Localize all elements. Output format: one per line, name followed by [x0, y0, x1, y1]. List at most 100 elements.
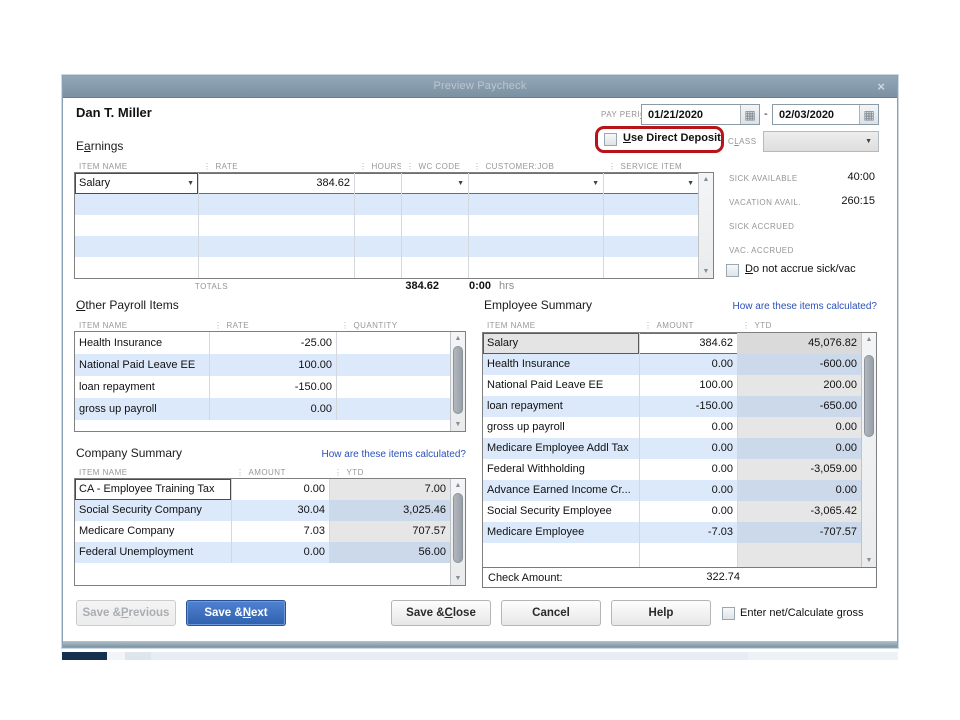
company-summary-scrollbar[interactable]: ▲ ▼ [450, 479, 465, 585]
amount-cell[interactable]: 0.00 [640, 417, 738, 438]
table-row[interactable]: loan repayment -150.00 -650.00 [483, 396, 876, 417]
item-name-cell[interactable]: Federal Withholding [483, 459, 640, 480]
table-row[interactable] [75, 215, 713, 236]
earnings-rate-value[interactable]: 384.62 [199, 173, 355, 194]
item-name-cell[interactable]: CA - Employee Training Tax [75, 479, 232, 500]
item-name-cell[interactable]: loan repayment [75, 376, 210, 398]
item-name-cell[interactable]: Health Insurance [75, 332, 210, 354]
save-close-button[interactable]: Save & Close [391, 600, 491, 626]
scroll-up-icon[interactable]: ▲ [699, 173, 713, 186]
table-row[interactable]: Social Security Company 30.04 3,025.46 [75, 500, 465, 521]
amount-cell[interactable]: -7.03 [640, 522, 738, 543]
table-row[interactable] [75, 236, 713, 257]
item-name-cell[interactable]: Medicare Employee Addl Tax [483, 438, 640, 459]
item-name-cell[interactable]: Medicare Company [75, 521, 232, 542]
amount-cell[interactable]: -150.00 [640, 396, 738, 417]
rate-cell[interactable]: 100.00 [210, 354, 337, 376]
chevron-down-icon[interactable]: ▼ [187, 174, 194, 193]
table-row[interactable]: Social Security Employee 0.00 -3,065.42 [483, 501, 876, 522]
rate-cell[interactable]: 0.00 [210, 398, 337, 420]
amount-cell[interactable]: 0.00 [640, 480, 738, 501]
pay-period-end-field[interactable]: 02/03/2020 ▦ [772, 104, 879, 125]
item-name-cell[interactable]: gross up payroll [483, 417, 640, 438]
amount-cell[interactable]: 0.00 [232, 479, 330, 500]
amount-cell[interactable]: 100.00 [640, 375, 738, 396]
table-row[interactable]: National Paid Leave EE 100.00 [75, 354, 465, 376]
company-summary-link[interactable]: How are these items calculated? [243, 449, 466, 460]
amount-cell[interactable]: 0.00 [640, 459, 738, 480]
amount-cell[interactable]: 0.00 [640, 501, 738, 522]
earnings-service-dropdown[interactable]: ▼ [604, 173, 698, 194]
earnings-scrollbar[interactable]: ▲ ▼ [698, 173, 713, 278]
earnings-wc-dropdown[interactable]: ▼ [402, 173, 469, 194]
quantity-cell[interactable] [337, 332, 450, 354]
quantity-cell[interactable] [337, 354, 450, 376]
amount-cell[interactable]: 384.62 [640, 333, 738, 354]
table-row[interactable] [483, 543, 876, 567]
calendar-icon[interactable]: ▦ [740, 105, 759, 124]
dialog-titlebar[interactable]: Preview Paycheck × [63, 76, 897, 98]
do-not-accrue-checkbox[interactable] [726, 264, 739, 277]
table-row[interactable]: Medicare Employee -7.03 -707.57 [483, 522, 876, 543]
employee-summary-scrollbar[interactable]: ▲ ▼ [861, 333, 876, 567]
table-row[interactable]: gross up payroll 0.00 0.00 [483, 417, 876, 438]
other-payroll-scrollbar[interactable]: ▲ ▼ [450, 332, 465, 431]
pay-period-start-field[interactable]: 01/21/2020 ▦ [641, 104, 760, 125]
calendar-icon[interactable]: ▦ [859, 105, 878, 124]
item-name-cell[interactable]: Social Security Employee [483, 501, 640, 522]
quantity-cell[interactable] [337, 376, 450, 398]
amount-cell[interactable]: 0.00 [640, 438, 738, 459]
scroll-down-icon[interactable]: ▼ [451, 572, 465, 585]
scroll-up-icon[interactable]: ▲ [451, 479, 465, 492]
scroll-down-icon[interactable]: ▼ [699, 265, 713, 278]
employee-summary-link[interactable]: How are these items calculated? [654, 301, 877, 312]
item-name-cell[interactable]: Advance Earned Income Cr... [483, 480, 640, 501]
amount-cell[interactable]: 0.00 [232, 542, 330, 563]
pay-period-end-value[interactable]: 02/03/2020 [773, 109, 859, 121]
scrollbar-thumb[interactable] [453, 493, 463, 563]
table-row[interactable]: Health Insurance 0.00 -600.00 [483, 354, 876, 375]
earnings-customer-dropdown[interactable]: ▼ [469, 173, 604, 194]
class-dropdown[interactable]: ▼ [763, 131, 879, 152]
enter-net-checkbox[interactable] [722, 607, 735, 620]
rate-cell[interactable]: -25.00 [210, 332, 337, 354]
amount-cell[interactable]: 30.04 [232, 500, 330, 521]
help-button[interactable]: Help [611, 600, 711, 626]
save-previous-button[interactable]: Save & Previous [76, 600, 176, 626]
table-row[interactable]: Salary ▼ 384.62 ▼ ▼ ▼ [75, 173, 713, 194]
pay-period-start-value[interactable]: 01/21/2020 [642, 109, 740, 121]
table-row[interactable]: Medicare Company 7.03 707.57 [75, 521, 465, 542]
amount-cell[interactable]: 0.00 [640, 354, 738, 375]
earnings-item-value[interactable]: Salary [79, 174, 110, 193]
table-row[interactable] [75, 194, 713, 215]
amount-cell[interactable]: 7.03 [232, 521, 330, 542]
table-row[interactable]: Federal Unemployment 0.00 56.00 [75, 542, 465, 563]
item-name-cell[interactable]: Salary [483, 333, 640, 354]
item-name-cell[interactable]: loan repayment [483, 396, 640, 417]
table-row[interactable]: gross up payroll 0.00 [75, 398, 465, 420]
item-name-cell[interactable]: Social Security Company [75, 500, 232, 521]
scrollbar-thumb[interactable] [453, 346, 463, 414]
table-row[interactable]: loan repayment -150.00 [75, 376, 465, 398]
close-icon[interactable]: × [877, 79, 885, 94]
item-name-cell[interactable]: Medicare Employee [483, 522, 640, 543]
use-direct-deposit-checkbox[interactable] [604, 133, 617, 146]
table-row[interactable]: CA - Employee Training Tax 0.00 7.00 [75, 479, 465, 500]
item-name-cell[interactable]: Health Insurance [483, 354, 640, 375]
item-name-cell[interactable]: National Paid Leave EE [75, 354, 210, 376]
table-row[interactable]: Salary 384.62 45,076.82 [483, 333, 876, 354]
table-row[interactable]: Federal Withholding 0.00 -3,059.00 [483, 459, 876, 480]
scroll-up-icon[interactable]: ▲ [451, 332, 465, 345]
quantity-cell[interactable] [337, 398, 450, 420]
rate-cell[interactable]: -150.00 [210, 376, 337, 398]
item-name-cell[interactable]: Federal Unemployment [75, 542, 232, 563]
scrollbar-thumb[interactable] [864, 355, 874, 437]
save-next-button[interactable]: Save & Next [186, 600, 286, 626]
scroll-up-icon[interactable]: ▲ [862, 333, 876, 346]
table-row[interactable]: Health Insurance -25.00 [75, 332, 465, 354]
scroll-down-icon[interactable]: ▼ [451, 418, 465, 431]
item-name-cell[interactable]: gross up payroll [75, 398, 210, 420]
table-row[interactable]: Medicare Employee Addl Tax 0.00 0.00 [483, 438, 876, 459]
table-row[interactable]: National Paid Leave EE 100.00 200.00 [483, 375, 876, 396]
table-row[interactable] [75, 257, 713, 278]
